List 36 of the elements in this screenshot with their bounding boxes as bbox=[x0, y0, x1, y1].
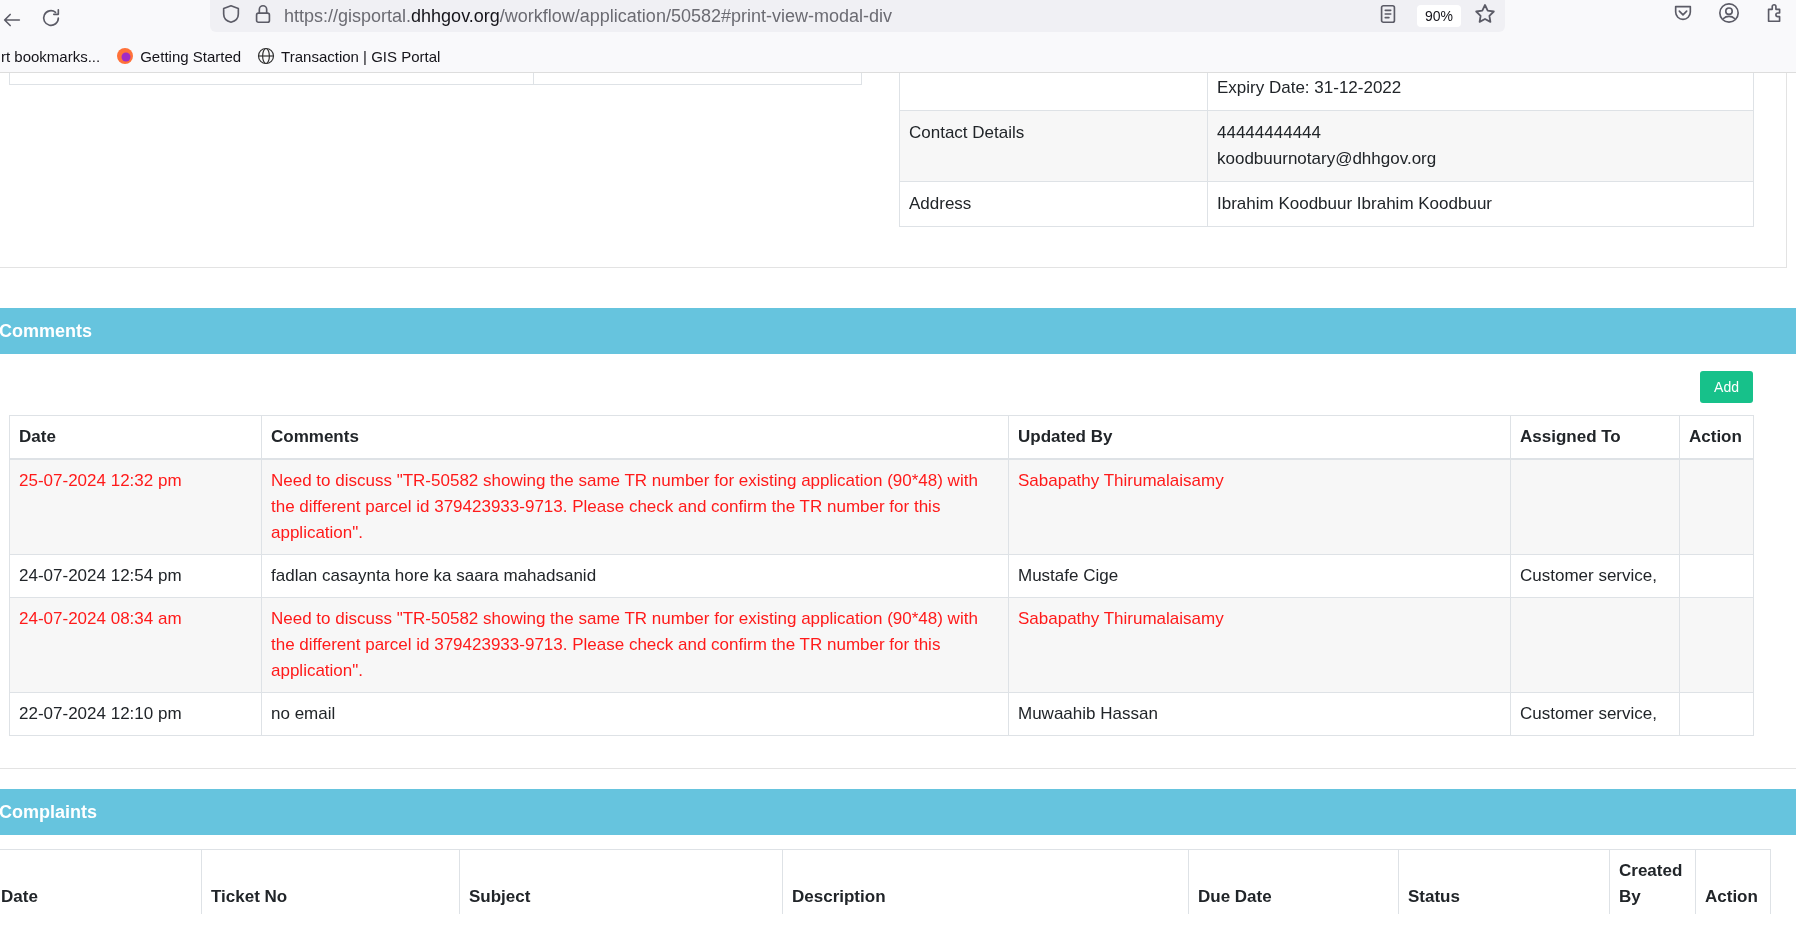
bookmark-link[interactable]: Transaction | GIS Portal bbox=[257, 47, 441, 65]
section-header: Comments bbox=[0, 308, 1796, 354]
globe-icon bbox=[257, 47, 276, 65]
bookmark-link[interactable]: rt bookmarks... bbox=[1, 47, 101, 65]
date-cell: 25-07-2024 12:32 pm bbox=[10, 460, 262, 555]
value-cell: 44444444444 koodbuurnotary@dhhgov.org bbox=[1207, 111, 1754, 182]
star-icon[interactable] bbox=[1473, 2, 1497, 26]
column-header: Date bbox=[0, 850, 202, 914]
column-header: Action bbox=[1696, 850, 1771, 914]
label-cell: Address bbox=[899, 182, 1207, 227]
column-header: Ticket No bbox=[202, 850, 460, 914]
comment-cell: Need to discuss "TR-50582 showing the same TR number for existing application (90*48) with the different parcel id 379423933-9713. Please check and confirm the TR number for this application". bbox=[262, 460, 1009, 555]
address-bar[interactable]: https://gisportal.dhhgov.org/workflow/application/50582#print-view-modal-div 90% bbox=[210, 0, 1505, 32]
column-header: Description bbox=[783, 850, 1189, 914]
url-text: https://gisportal.dhhgov.org/workflow/application/50582#print-view-modal-div bbox=[284, 5, 893, 27]
zoom-level-button[interactable]: 90% bbox=[1416, 5, 1461, 27]
comment-cell: Need to discuss "TR-50582 showing the same TR number for existing application (90*48) with the different parcel id 379423933-9713. Please check and confirm the TR number for this application". bbox=[262, 598, 1009, 693]
comment-cell: no email bbox=[262, 693, 1009, 736]
updated-by-cell: Sabapathy Thirumalaisamy bbox=[1009, 598, 1511, 693]
bookmark-link[interactable]: Getting Started bbox=[116, 47, 242, 65]
updated-by-cell: Sabapathy Thirumalaisamy bbox=[1009, 460, 1511, 555]
reload-icon[interactable] bbox=[40, 7, 62, 29]
section-header: Complaints bbox=[0, 789, 1796, 835]
column-header: Created By bbox=[1610, 850, 1696, 914]
assigned-to-cell: Customer service, bbox=[1511, 693, 1680, 736]
date-cell: 24-07-2024 08:34 am bbox=[10, 598, 262, 693]
updated-by-cell: Muwaahib Hassan bbox=[1009, 693, 1511, 736]
value-cell: Ibrahim Koodbuur Ibrahim Koodbuur bbox=[1207, 182, 1754, 227]
date-cell: 22-07-2024 12:10 pm bbox=[10, 693, 262, 736]
column-header: Status bbox=[1399, 850, 1610, 914]
label-cell: Contact Details bbox=[899, 111, 1207, 182]
shield-icon[interactable] bbox=[220, 3, 242, 25]
column-header: Due Date bbox=[1189, 850, 1399, 914]
account-icon[interactable] bbox=[1718, 2, 1740, 24]
column-header: Subject bbox=[460, 850, 783, 914]
browser-logo-icon bbox=[116, 47, 135, 65]
